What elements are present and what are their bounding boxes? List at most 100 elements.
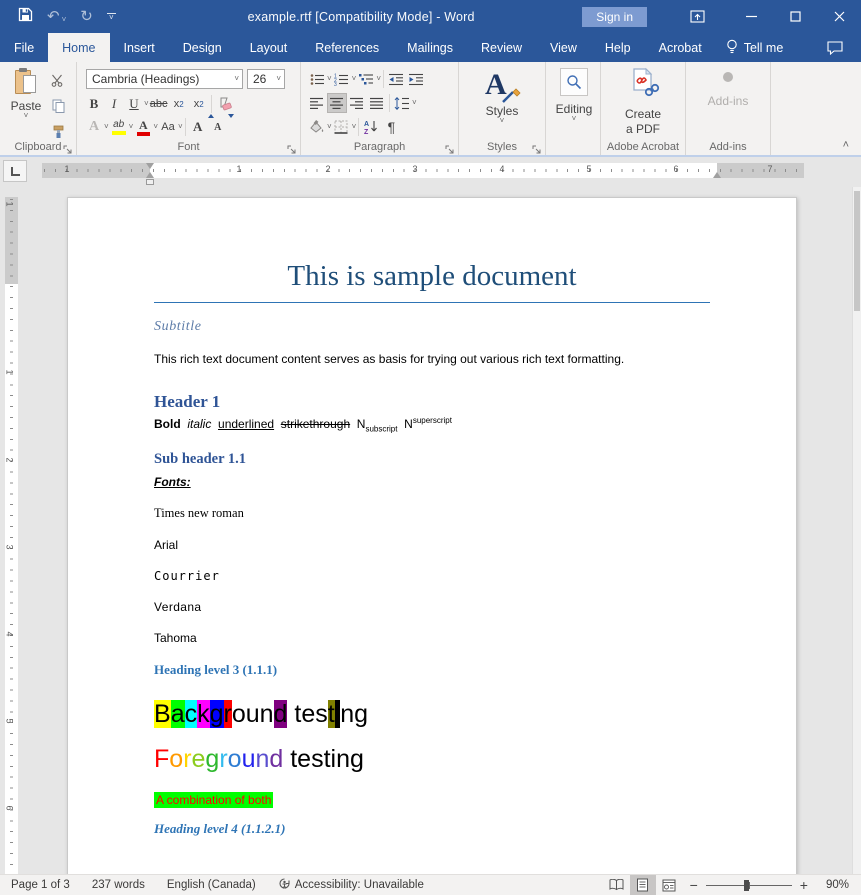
justify-icon[interactable]: [367, 93, 387, 113]
superscript-button[interactable]: x2: [189, 94, 209, 114]
font-name-combobox[interactable]: Cambria (Headings) ˅: [86, 69, 243, 89]
tab-stop-selector[interactable]: [3, 160, 27, 182]
font-samples[interactable]: Times new roman Arial Courrier Verdana Tahom…: [154, 506, 710, 645]
save-icon[interactable]: [18, 7, 33, 27]
bold-button[interactable]: B: [84, 94, 104, 114]
zoom-out-button[interactable]: −: [682, 877, 706, 893]
grow-font-button[interactable]: A: [188, 117, 208, 137]
align-center-icon[interactable]: [327, 93, 347, 113]
document-title[interactable]: This is sample document: [154, 260, 710, 303]
tab-layout[interactable]: Layout: [236, 33, 302, 62]
read-mode-button[interactable]: [604, 875, 630, 895]
text-effects-button[interactable]: A: [84, 117, 104, 137]
sub-header-1-1[interactable]: Sub header 1.1: [154, 451, 710, 468]
copy-icon[interactable]: [48, 96, 68, 116]
tab-mailings[interactable]: Mailings: [393, 33, 467, 62]
tab-references[interactable]: References: [301, 33, 393, 62]
styles-dropdown-icon[interactable]: ˅: [500, 118, 505, 124]
shading-icon[interactable]: [307, 117, 327, 137]
redo-icon[interactable]: ↻: [80, 9, 93, 24]
strikethrough-button[interactable]: abc: [149, 94, 169, 114]
change-case-dropdown-icon[interactable]: ˅: [178, 124, 183, 130]
multilevel-list-icon[interactable]: [356, 69, 376, 89]
paragraph-dialog-launcher-icon[interactable]: [445, 142, 455, 152]
ribbon-display-options-icon[interactable]: [675, 0, 719, 33]
increase-indent-icon[interactable]: [406, 69, 426, 89]
font-name-dropdown-icon[interactable]: ˅: [234, 76, 239, 82]
tab-insert[interactable]: Insert: [110, 33, 169, 62]
font-dialog-launcher-icon[interactable]: [287, 142, 297, 152]
font-size-combobox[interactable]: 26 ˅: [247, 69, 285, 89]
feedback-comment-icon[interactable]: [809, 33, 861, 62]
print-layout-button[interactable]: [630, 875, 656, 895]
zoom-slider-thumb[interactable]: [744, 880, 749, 891]
font-sample[interactable]: Tahoma: [154, 631, 710, 645]
line-spacing-dropdown-icon[interactable]: ˅: [412, 100, 417, 106]
subscript-button[interactable]: x2: [169, 94, 189, 114]
undo-dropdown-icon[interactable]: ˅: [62, 15, 67, 24]
sort-icon[interactable]: AZ: [361, 117, 381, 137]
cut-icon[interactable]: [48, 70, 68, 90]
hanging-indent-marker[interactable]: [146, 172, 154, 178]
scrollbar-thumb[interactable]: [854, 191, 860, 311]
sign-in-button[interactable]: Sign in: [582, 7, 647, 27]
heading-level-4[interactable]: Heading level 4 (1.1.2.1): [154, 821, 710, 837]
font-sample[interactable]: Verdana: [154, 600, 710, 614]
show-hide-pilcrow-button[interactable]: ¶: [381, 117, 401, 137]
clipboard-dialog-launcher-icon[interactable]: [63, 142, 73, 152]
tab-design[interactable]: Design: [169, 33, 236, 62]
styles-button[interactable]: A Styles ˅: [459, 68, 545, 124]
align-left-icon[interactable]: [307, 93, 327, 113]
tab-home[interactable]: Home: [48, 33, 109, 62]
font-sample[interactable]: Courrier: [154, 569, 710, 583]
background-testing-line[interactable]: Background testing: [154, 700, 710, 729]
borders-icon[interactable]: [332, 117, 352, 137]
zoom-in-button[interactable]: +: [792, 877, 816, 893]
paste-button[interactable]: Paste ˅: [8, 69, 44, 135]
font-sample[interactable]: Arial: [154, 538, 710, 552]
zoom-level[interactable]: 90%: [816, 879, 861, 891]
minimize-button[interactable]: [729, 0, 773, 33]
customize-toolbar-icon[interactable]: ˅: [107, 13, 116, 20]
foreground-testing-line[interactable]: Foreground testing: [154, 745, 710, 774]
line-spacing-icon[interactable]: [392, 93, 412, 113]
vertical-scrollbar[interactable]: [852, 187, 861, 874]
undo-icon[interactable]: ↶: [47, 9, 60, 24]
tab-review[interactable]: Review: [467, 33, 536, 62]
collapse-ribbon-icon[interactable]: ˄: [843, 139, 849, 151]
web-layout-button[interactable]: [656, 875, 682, 895]
formatting-samples-line[interactable]: Bold italic underlined strikethrough Nsu…: [154, 416, 710, 433]
text-highlight-button[interactable]: ab: [109, 117, 129, 137]
maximize-button[interactable]: [773, 0, 817, 33]
tab-file[interactable]: File: [0, 33, 48, 62]
editing-button[interactable]: Editing ˅: [554, 68, 594, 122]
document-page[interactable]: This is sample document Subtitle This ri…: [67, 197, 797, 874]
first-line-indent-marker[interactable]: [146, 163, 154, 169]
close-button[interactable]: [817, 0, 861, 33]
font-size-dropdown-icon[interactable]: ˅: [276, 76, 281, 82]
word-count[interactable]: 237 words: [81, 879, 156, 891]
header-1[interactable]: Header 1: [154, 392, 710, 412]
decrease-indent-icon[interactable]: [386, 69, 406, 89]
create-pdf-button[interactable]: Createa PDF: [601, 67, 685, 137]
right-indent-marker[interactable]: [713, 172, 721, 178]
fonts-heading[interactable]: Fonts:: [154, 475, 710, 489]
borders-dropdown-icon[interactable]: ˅: [352, 124, 357, 130]
underline-button[interactable]: U: [124, 94, 144, 114]
horizontal-ruler[interactable]: 11234567: [42, 163, 804, 178]
tab-view[interactable]: View: [536, 33, 591, 62]
italic-button[interactable]: I: [104, 94, 124, 114]
accessibility-status[interactable]: Accessibility: Unavailable: [267, 877, 435, 893]
vertical-ruler[interactable]: 1123456: [5, 197, 18, 874]
font-sample[interactable]: Times new roman: [154, 506, 710, 521]
tab-acrobat[interactable]: Acrobat: [645, 33, 716, 62]
document-subtitle[interactable]: Subtitle: [154, 319, 710, 335]
bullets-icon[interactable]: [307, 69, 327, 89]
styles-dialog-launcher-icon[interactable]: [532, 142, 542, 152]
clear-formatting-icon[interactable]: [214, 94, 234, 114]
multilevel-dropdown-icon[interactable]: ˅: [376, 76, 381, 82]
zoom-slider[interactable]: [706, 875, 792, 895]
font-color-button[interactable]: A: [133, 117, 153, 137]
tab-help[interactable]: Help: [591, 33, 645, 62]
page-indicator[interactable]: Page 1 of 3: [0, 879, 81, 891]
